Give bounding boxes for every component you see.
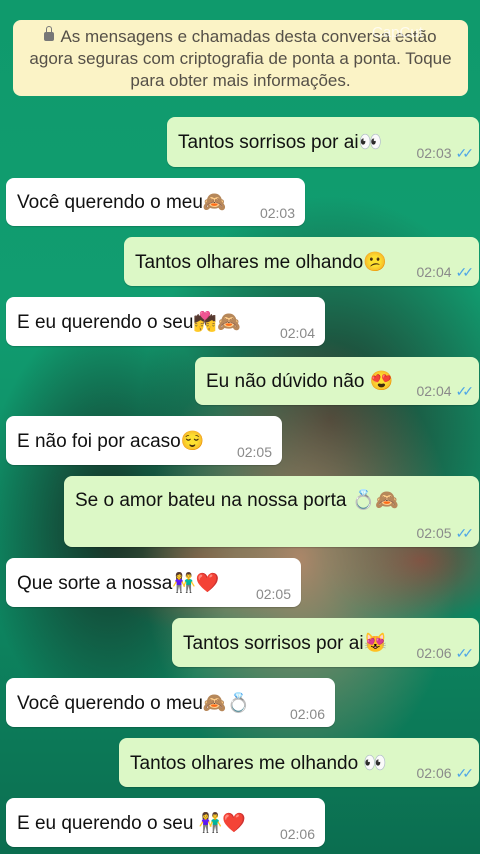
- message-bubble-incoming[interactable]: Você querendo o meu🙈 02:03: [6, 178, 305, 226]
- message-bubble-incoming[interactable]: Que sorte a nossa👫❤️ 02:05: [6, 558, 301, 607]
- message-bubble-incoming[interactable]: Você querendo o meu🙈💍 02:06: [6, 678, 335, 727]
- message-time: 02:06: [416, 765, 452, 781]
- message-text: Tantos sorrisos por ai👀: [178, 132, 383, 153]
- message-text: E eu querendo o seu💏🙈: [17, 312, 241, 333]
- message-time: 02:03: [416, 145, 452, 161]
- message-time: 02:05: [255, 586, 291, 602]
- lock-icon: [44, 26, 55, 41]
- message-time: 02:04: [416, 383, 452, 399]
- message-time: 02:05: [416, 525, 452, 541]
- message-time: 02:03: [259, 205, 295, 221]
- message-time: 02:04: [416, 264, 452, 280]
- read-ticks-icon: ✓✓: [455, 383, 475, 399]
- message-time: 02:04: [279, 325, 315, 341]
- message-time: 02:06: [279, 826, 315, 842]
- read-ticks-icon: ✓✓: [455, 264, 475, 280]
- message-bubble-outgoing[interactable]: Tantos sorrisos por ai👀 02:03 ✓✓: [167, 117, 479, 167]
- message-text: Tantos sorrisos por ai😻: [183, 633, 388, 654]
- message-bubble-incoming[interactable]: E eu querendo o seu💏🙈 02:04: [6, 297, 325, 346]
- message-text: Tantos olhares me olhando 👀: [130, 753, 388, 774]
- message-bubble-outgoing[interactable]: Tantos sorrisos por ai😻 02:06 ✓✓: [172, 618, 479, 667]
- message-text: Que sorte a nossa👫❤️: [17, 573, 220, 594]
- message-bubble-outgoing[interactable]: Eu não dúvido não 😍 02:04 ✓✓: [195, 357, 479, 405]
- message-bubble-outgoing[interactable]: Tantos olhares me olhando 👀 02:06 ✓✓: [119, 738, 479, 787]
- message-bubble-outgoing[interactable]: Se o amor bateu na nossa porta 💍🙈 02:05 ✓…: [64, 476, 479, 547]
- read-ticks-icon: ✓✓: [455, 645, 475, 661]
- message-text: Você querendo o meu🙈💍: [17, 693, 251, 714]
- read-ticks-icon: ✓✓: [455, 145, 475, 161]
- message-bubble-outgoing[interactable]: Tantos olhares me olhando😕 02:04 ✓✓: [124, 237, 479, 286]
- message-time: 02:06: [289, 706, 325, 722]
- message-text: Tantos olhares me olhando😕: [135, 252, 387, 273]
- message-text: E não foi por acaso😌: [17, 431, 205, 452]
- message-bubble-incoming[interactable]: E eu querendo o seu 👫❤️ 02:06: [6, 798, 325, 847]
- capcut-watermark: CapCut: [372, 24, 423, 41]
- message-bubble-incoming[interactable]: E não foi por acaso😌 02:05: [6, 416, 282, 465]
- message-text: Se o amor bateu na nossa porta 💍🙈: [75, 490, 400, 511]
- read-ticks-icon: ✓✓: [455, 765, 475, 781]
- message-text: E eu querendo o seu 👫❤️: [17, 813, 247, 834]
- message-time: 02:06: [416, 645, 452, 661]
- message-time: 02:05: [236, 444, 272, 460]
- read-ticks-icon: ✓✓: [455, 525, 475, 541]
- message-text: Você querendo o meu🙈: [17, 192, 227, 213]
- message-text: Eu não dúvido não 😍: [206, 371, 394, 392]
